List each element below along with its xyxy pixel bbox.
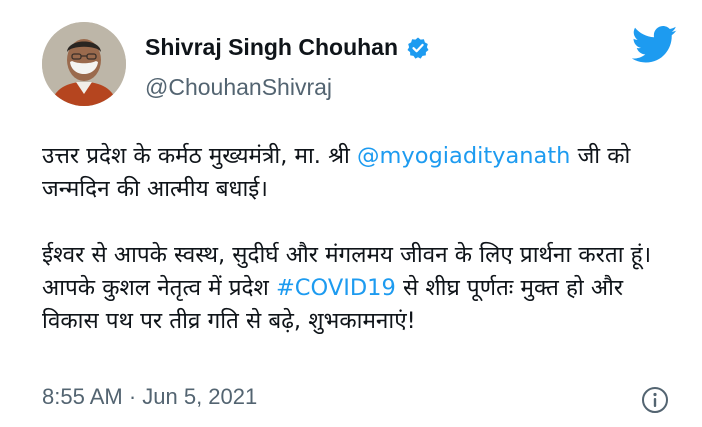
- twitter-bird-icon[interactable]: [631, 26, 678, 64]
- avatar[interactable]: [42, 22, 126, 106]
- display-name[interactable]: Shivraj Singh Chouhan: [145, 34, 398, 61]
- tweet-timestamp[interactable]: 8:55 AM · Jun 5, 2021: [42, 384, 257, 410]
- avatar-image: [42, 22, 126, 106]
- mention-link[interactable]: @myogiadityanath: [357, 143, 570, 169]
- tweet-paragraph-2: ईश्वर से आपके स्वस्थ, सुदीर्घ और मंगलमय …: [42, 239, 682, 338]
- tweet-paragraph-1: उत्तर प्रदेश के कर्मठ मुख्यमंत्री, मा. श…: [42, 140, 682, 206]
- tweet-card: Shivraj Singh Chouhan @ChouhanShivraj उत…: [0, 0, 702, 427]
- name-row: Shivraj Singh Chouhan: [145, 34, 430, 61]
- user-handle[interactable]: @ChouhanShivraj: [145, 74, 332, 101]
- info-icon[interactable]: [641, 386, 669, 414]
- tweet-body: उत्तर प्रदेश के कर्मठ मुख्यमंत्री, मा. श…: [42, 140, 682, 338]
- verified-badge-icon: [406, 36, 430, 60]
- tweet-text: उत्तर प्रदेश के कर्मठ मुख्यमंत्री, मा. श…: [42, 143, 357, 169]
- hashtag-link[interactable]: #COVID19: [276, 275, 396, 301]
